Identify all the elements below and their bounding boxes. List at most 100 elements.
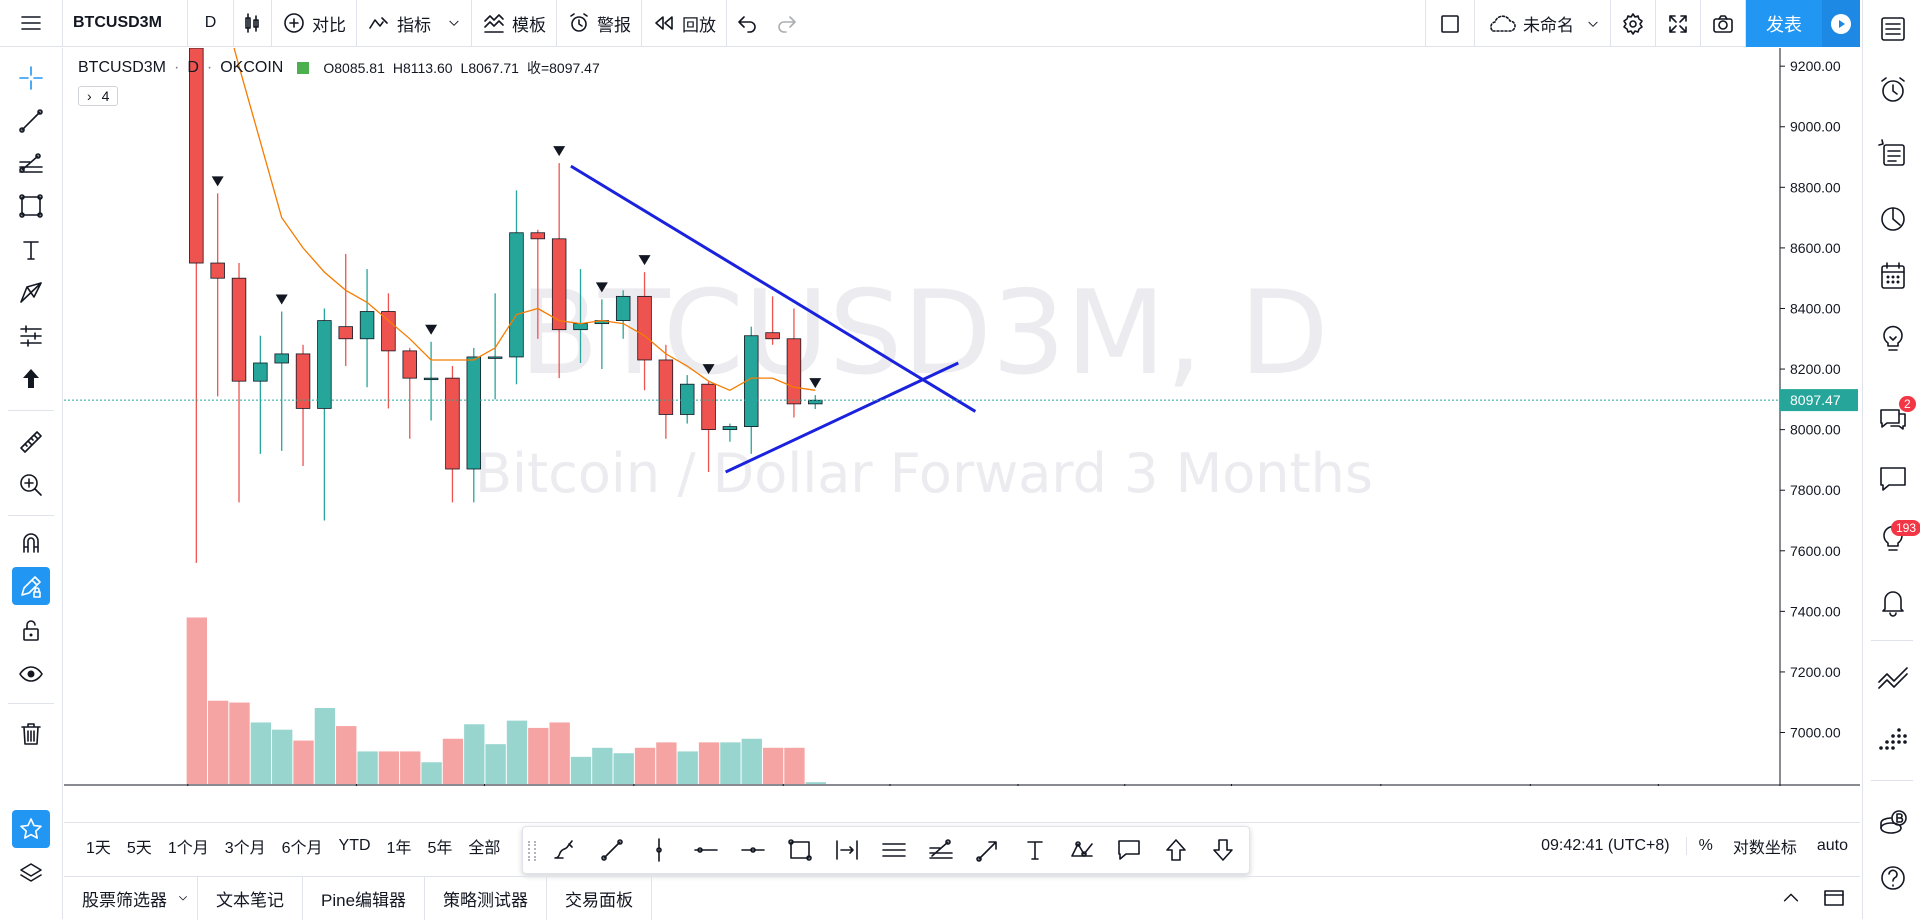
prediction-tool[interactable] <box>12 317 50 355</box>
legend-close: 收=8097.47 <box>526 60 600 76</box>
templates-button[interactable]: 模板 <box>472 0 557 47</box>
pattern-tool[interactable] <box>12 274 50 312</box>
measure-tool[interactable] <box>12 423 50 461</box>
maximize-panel-icon[interactable] <box>1822 886 1846 910</box>
lock-drawings-toggle[interactable] <box>12 611 50 649</box>
trendline-tool[interactable] <box>12 102 50 140</box>
remove-drawings-button[interactable] <box>12 715 50 753</box>
calendar-button[interactable] <box>1877 260 1909 292</box>
arrow-tool[interactable] <box>12 360 50 398</box>
legend-collapse-button[interactable]: › 4 <box>78 86 119 106</box>
line-tool[interactable] <box>588 828 635 872</box>
tab-stock-screener[interactable]: 股票筛选器 <box>64 876 198 920</box>
parallel-channel-tool[interactable] <box>870 828 917 872</box>
watchlist-button[interactable] <box>1877 13 1909 45</box>
help-button[interactable] <box>1877 862 1909 894</box>
candle-body <box>317 320 332 409</box>
vertical-line-tool[interactable] <box>635 828 682 872</box>
range-1y[interactable]: 1年 <box>379 834 420 858</box>
undo-button[interactable] <box>727 0 767 47</box>
rectangle-tool[interactable] <box>12 187 50 225</box>
log-scale-toggle[interactable]: 对数坐标 <box>1725 834 1805 858</box>
arrow-line-tool[interactable] <box>964 828 1011 872</box>
top-toolbar: BTCUSD3M D 对比 指标 模板 警报 回放 未命名 发表 <box>0 0 1860 47</box>
alerts-button[interactable] <box>1877 74 1909 106</box>
redo-button[interactable] <box>767 0 807 47</box>
zoom-tool[interactable] <box>12 466 50 504</box>
horizontal-ray-icon <box>693 847 718 853</box>
legend-symbol[interactable]: BTCUSD3M <box>78 59 166 77</box>
ideas-stream-button[interactable] <box>1877 322 1909 354</box>
indicators-button[interactable]: 指标 <box>357 0 472 47</box>
auto-scale-toggle[interactable]: auto <box>1805 837 1860 855</box>
range-6m[interactable]: 6个月 <box>274 834 331 858</box>
horizontal-ray-tool[interactable] <box>682 828 729 872</box>
range-1m[interactable]: 1个月 <box>160 834 217 858</box>
volume-bar <box>208 700 229 784</box>
snapshot-button[interactable] <box>1701 0 1746 47</box>
candle-body <box>786 338 802 405</box>
data-window-icon <box>1878 139 1905 166</box>
text-tool[interactable] <box>1011 828 1058 872</box>
text-tool[interactable] <box>12 231 50 269</box>
pattern-tool[interactable] <box>1058 828 1105 872</box>
fullscreen-button[interactable] <box>1656 0 1701 47</box>
hotlists-button[interactable] <box>1877 202 1909 234</box>
date-range-tool[interactable] <box>823 828 870 872</box>
range-all[interactable]: 全部 <box>460 834 508 858</box>
trendline-icon <box>19 109 43 133</box>
object-tree-button[interactable] <box>12 854 50 892</box>
fib-tool[interactable] <box>917 828 964 872</box>
publish-video-button[interactable] <box>1822 0 1860 47</box>
fib-tool[interactable] <box>12 145 50 183</box>
price-chart[interactable]: BTCUSD3M, D Bitcoin / Dollar Forward 3 M… <box>64 48 1860 786</box>
stay-in-drawing-mode-toggle[interactable] <box>12 567 50 605</box>
favorites-button[interactable] <box>12 810 50 848</box>
settings-button[interactable] <box>1611 0 1656 47</box>
candle-body <box>679 383 695 415</box>
magnet-tool[interactable] <box>12 523 50 561</box>
publish-button[interactable]: 发表 <box>1746 0 1822 47</box>
candle-body <box>253 362 268 382</box>
replay-button[interactable]: 回放 <box>642 0 727 47</box>
tab-strategy-tester[interactable]: 策略测试器 <box>425 876 548 920</box>
brush-tool[interactable] <box>541 828 588 872</box>
crypto-button[interactable] <box>1877 806 1909 838</box>
dom-button[interactable] <box>1877 724 1909 756</box>
messages-button[interactable] <box>1877 462 1909 494</box>
symbol-search-button[interactable]: BTCUSD3M <box>63 0 188 47</box>
alert-button[interactable]: 警报 <box>557 0 642 47</box>
price-axis[interactable]: 9200.00 9000.00 8800.00 8600.00 8400.00 8200.… <box>1780 58 1858 741</box>
range-3m[interactable]: 3个月 <box>217 834 274 858</box>
arrow-down-tool[interactable] <box>1199 828 1246 872</box>
callout-tool[interactable] <box>1105 828 1152 872</box>
chart-type-button[interactable] <box>234 0 272 47</box>
candle-body <box>487 356 503 359</box>
data-window-button[interactable] <box>1877 138 1909 170</box>
range-5d[interactable]: 5天 <box>119 834 160 858</box>
drag-handle[interactable] <box>528 841 536 861</box>
rectangle-tool[interactable] <box>776 828 823 872</box>
tab-text-notes[interactable]: 文本笔记 <box>198 876 303 920</box>
crosshair-tool[interactable] <box>12 59 50 97</box>
compare-button[interactable]: 对比 <box>272 0 357 47</box>
layout-name-button[interactable]: 未命名 <box>1475 0 1611 47</box>
percent-toggle[interactable]: % <box>1687 837 1725 855</box>
trading-panel-button[interactable] <box>1877 662 1909 694</box>
horizontal-line-tool[interactable] <box>729 828 776 872</box>
notifications-button[interactable] <box>1877 586 1909 618</box>
range-5y[interactable]: 5年 <box>419 834 460 858</box>
clock[interactable]: 09:42:41 (UTC+8) <box>1531 836 1687 855</box>
range-1d[interactable]: 1天 <box>78 834 119 858</box>
fullscreen-toggle-button[interactable] <box>1425 0 1475 47</box>
chevron-up-icon[interactable] <box>1780 887 1802 909</box>
menu-button[interactable] <box>0 0 63 47</box>
last-price-label: 8097.47 <box>1790 392 1841 408</box>
hide-drawings-toggle[interactable] <box>12 655 50 693</box>
tab-trading-panel[interactable]: 交易面板 <box>547 876 653 920</box>
range-ytd[interactable]: YTD <box>331 837 379 855</box>
interval-button[interactable]: D <box>188 0 234 47</box>
arrow-up-tool[interactable] <box>1152 828 1199 872</box>
tab-pine-editor[interactable]: Pine编辑器 <box>303 876 426 920</box>
layout-name-label: 未命名 <box>1523 16 1574 35</box>
